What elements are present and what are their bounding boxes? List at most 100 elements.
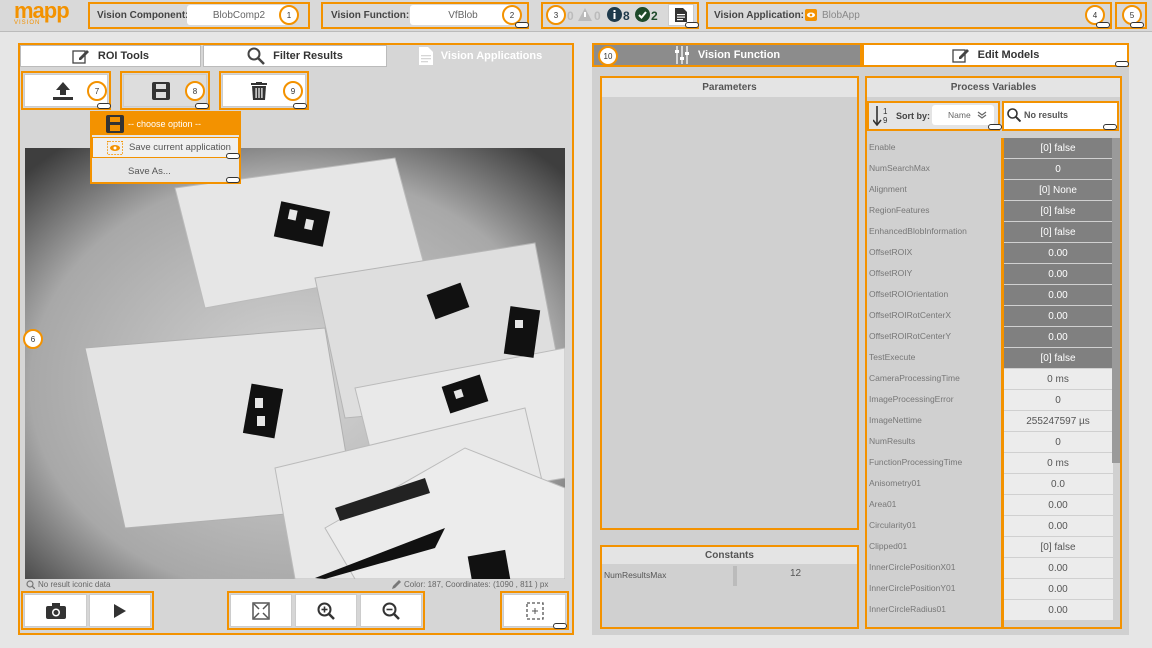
process-variable-name: InnerCirclePositionY01 xyxy=(869,583,956,593)
selection-icon xyxy=(525,601,544,620)
process-variable-value[interactable]: 0.00 xyxy=(1003,264,1113,284)
vision-component-select[interactable]: BlobComp2 xyxy=(187,5,291,25)
badge-9: 9 xyxy=(283,81,303,101)
process-variable-value: [0] false xyxy=(1003,537,1113,557)
process-variable-value: 0.00 xyxy=(1003,558,1113,578)
vision-function-select[interactable]: VfBlob xyxy=(410,5,516,25)
zoom-out-button[interactable] xyxy=(360,594,422,627)
image-canvas xyxy=(25,148,565,579)
link-icon xyxy=(1115,61,1129,67)
process-variable-name: ImageNettime xyxy=(869,415,922,425)
link-icon xyxy=(553,623,567,629)
process-variable-name: NumSearchMax xyxy=(869,163,930,173)
scrollbar[interactable] xyxy=(1112,138,1120,463)
process-variable-row: Alignment [0] None xyxy=(867,180,1117,201)
save-current-application-label: Save current application xyxy=(129,142,231,153)
process-variable-value[interactable]: [0] false xyxy=(1003,201,1113,221)
vision-component-label: Vision Component: xyxy=(97,10,189,21)
process-variable-name: FunctionProcessingTime xyxy=(869,457,963,467)
search-icon xyxy=(1007,108,1021,122)
document-icon xyxy=(675,8,687,22)
save-current-application-item[interactable]: Save current application xyxy=(92,137,239,158)
info-icon xyxy=(607,7,622,22)
process-variable-name: TestExecute xyxy=(869,352,916,362)
process-variable-name: OffsetROIX xyxy=(869,247,913,257)
badge-8: 8 xyxy=(185,81,205,101)
process-variable-name: Anisometry01 xyxy=(869,478,921,488)
logo-text: mapp xyxy=(14,0,70,23)
process-variable-name: Clipped01 xyxy=(869,541,908,551)
process-variable-row: TestExecute [0] false xyxy=(867,348,1117,369)
search-icon xyxy=(26,580,35,589)
link-icon xyxy=(1103,124,1117,130)
process-variable-value[interactable]: 0 xyxy=(1003,159,1113,179)
tab-vision-applications[interactable]: Vision Applications xyxy=(389,45,572,67)
camera-image[interactable] xyxy=(25,148,565,579)
process-variable-value[interactable]: 0.00 xyxy=(1003,285,1113,305)
process-variable-row: InnerCirclePositionY01 0.00 xyxy=(867,579,1117,600)
process-variable-value[interactable]: 0.00 xyxy=(1003,306,1113,326)
mapp-logo: mapp VISION xyxy=(14,0,74,30)
badge-3: 3 xyxy=(546,5,566,25)
process-variable-name: CameraProcessingTime xyxy=(869,373,960,383)
process-variable-row: Clipped01 [0] false xyxy=(867,537,1117,558)
save-menu-header[interactable]: -- choose option -- xyxy=(92,113,239,135)
floppy-icon xyxy=(106,115,124,133)
process-variable-name: Alignment xyxy=(869,184,907,194)
parameters-panel xyxy=(600,76,859,530)
tab-label: Vision Applications xyxy=(440,50,543,62)
trash-icon xyxy=(251,81,267,100)
tab-roi-tools[interactable]: ROI Tools xyxy=(20,45,201,67)
badge-6: 6 xyxy=(23,329,43,349)
process-variable-row: OffsetROIRotCenterX 0.00 xyxy=(867,306,1117,327)
process-variable-value[interactable]: [0] None xyxy=(1003,180,1113,200)
process-variable-name: OffsetROIRotCenterX xyxy=(869,310,952,320)
edit-icon xyxy=(72,50,89,64)
process-variable-value: 0 xyxy=(1003,390,1113,410)
process-variable-row: ImageProcessingError 0 xyxy=(867,390,1117,411)
eye-icon xyxy=(107,140,123,155)
process-variable-name: EnhancedBlobInformation xyxy=(869,226,967,236)
fit-to-screen-button[interactable] xyxy=(230,594,292,627)
fullscreen-icon xyxy=(252,601,270,620)
process-variable-value: 0 ms xyxy=(1003,453,1113,473)
camera-button[interactable] xyxy=(24,594,87,627)
constants-row: NumResultsMax 12 xyxy=(602,566,857,586)
process-variable-row: ImageNettime 255247597 µs xyxy=(867,411,1117,432)
process-variable-row: Enable [0] false xyxy=(867,138,1117,159)
play-button[interactable] xyxy=(89,594,151,627)
process-variable-value: 0.00 xyxy=(1003,516,1113,536)
svg-text:9: 9 xyxy=(883,116,888,125)
process-variable-value[interactable]: [0] false xyxy=(1003,138,1113,158)
process-variable-name: OffsetROIRotCenterY xyxy=(869,331,952,341)
process-variable-name: Area01 xyxy=(869,499,897,509)
save-as-item[interactable]: Save As... xyxy=(92,160,239,182)
link-icon xyxy=(515,22,529,28)
process-variable-value: 0.00 xyxy=(1003,600,1113,620)
search-input[interactable]: No results xyxy=(1024,110,1068,120)
link-icon xyxy=(293,103,307,109)
search-icon xyxy=(247,47,266,65)
badge-7: 7 xyxy=(87,81,107,101)
zoom-in-button[interactable] xyxy=(295,594,357,627)
process-variable-value[interactable]: [0] false xyxy=(1003,348,1113,368)
save-as-label: Save As... xyxy=(128,165,171,177)
process-variable-row: FunctionProcessingTime 0 ms xyxy=(867,453,1117,474)
process-variable-value[interactable]: 0.00 xyxy=(1003,327,1113,347)
link-icon xyxy=(1096,22,1110,28)
process-variable-row: OffsetROIX 0.00 xyxy=(867,243,1117,264)
sliders-icon xyxy=(674,46,689,64)
process-variable-value[interactable]: [0] false xyxy=(1003,222,1113,242)
vision-application-label: Vision Application: xyxy=(714,10,805,21)
constant-value[interactable]: 12 xyxy=(738,568,853,579)
tab-vision-function[interactable]: Vision Function xyxy=(592,43,862,67)
tab-filter-results[interactable]: Filter Results xyxy=(203,45,387,67)
error-count: 0 xyxy=(567,9,574,23)
vision-application-value[interactable]: BlobApp xyxy=(822,10,860,21)
link-icon xyxy=(226,153,240,159)
process-variable-name: InnerCirclePositionX01 xyxy=(869,562,956,572)
process-variable-value[interactable]: 0.00 xyxy=(1003,243,1113,263)
tab-edit-models[interactable]: Edit Models xyxy=(862,43,1129,67)
process-variable-value: 0 ms xyxy=(1003,369,1113,389)
process-variable-value: 0.0 xyxy=(1003,474,1113,494)
